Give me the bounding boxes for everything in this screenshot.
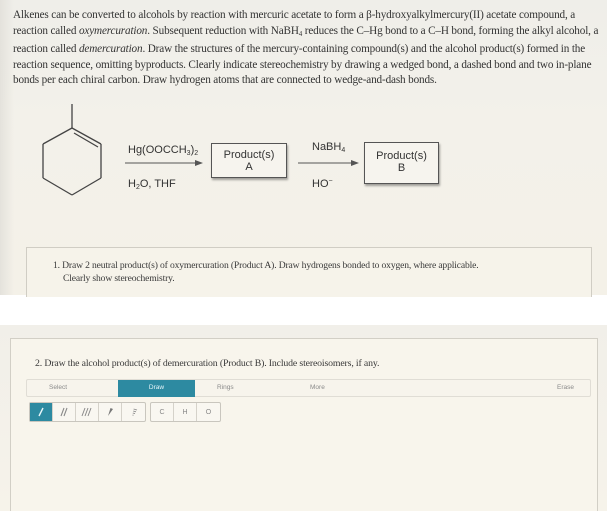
tab-rings[interactable]: Rings [217,380,234,397]
molecule-drawing-tool: Select Draw Rings More Erase C H O [26,379,591,422]
question-1-line-2: Clearly show stereochemistry. [63,272,175,284]
ring-bond [42,127,73,145]
reagent-water-thf: H2O, THF [128,178,176,191]
double-bond-button[interactable] [53,403,76,421]
triple-bond-button[interactable] [76,403,99,421]
term-oxymercuration: oxymercuration [78,24,148,37]
term-demercuration: demercuration [78,43,143,55]
tab-draw[interactable]: Draw [118,380,195,397]
question-2-text: 2. Draw the alcohol product(s) of demerc… [35,358,380,369]
tab-erase[interactable]: Erase [557,380,574,397]
atom-tool-group: C H O [150,402,221,422]
single-bond-icon [38,407,44,417]
atom-h-button[interactable]: H [174,403,197,421]
ring-bond [42,177,73,196]
triple-bond-icon [81,407,92,417]
dash-bond-icon [131,408,137,416]
question-1-panel: 1. Draw 2 neutral product(s) of oxymercu… [26,247,592,297]
bond-tool-group [29,402,146,422]
atom-o-button[interactable]: O [197,403,220,421]
product-b-label: Product(s) [376,150,427,162]
tool-tab-bar: Select Draw Rings More Erase [26,379,591,397]
double-bond-icon [60,407,68,417]
product-b-box: Product(s) B [364,142,439,184]
drawing-canvas[interactable] [15,429,593,511]
scheme-graphics [42,104,359,196]
atom-c-button[interactable]: C [151,403,174,421]
wedge-bond-icon [108,408,113,416]
ring-bond [71,127,102,145]
problem-panel: Alkenes can be converted to alcohols by … [0,0,607,297]
reaction-arrow-2 [298,160,359,166]
answer-panel: 2. Draw the alcohol product(s) of demerc… [0,325,607,511]
tab-select[interactable]: Select [49,380,67,397]
starting-material-structure [42,104,102,196]
single-bond-button[interactable] [30,403,53,421]
question-1-line-1: 1. Draw 2 neutral product(s) of oxymercu… [53,260,479,271]
product-a-label: Product(s) [223,149,275,161]
reaction-arrow-1 [125,160,203,166]
wedge-bond-button[interactable] [99,403,122,421]
product-b-letter: B [397,162,406,174]
reagent-nabh4: NaBH4 [312,141,346,154]
product-a-letter: A [245,161,253,173]
ring-bond [71,177,102,196]
product-a-box: Product(s) A [211,143,287,178]
intro-text: . Subsequent reduction with NaBH [147,24,299,37]
problem-intro: Alkenes can be converted to alcohols by … [13,8,603,89]
reaction-scheme: Hg(OOCCH3)2 H2O, THF Product(s) A NaBH4 … [0,95,607,215]
question-1-text: 1. Draw 2 neutral product(s) of oxymercu… [53,260,593,285]
dash-bond-button[interactable] [122,403,145,421]
question-2-panel: 2. Draw the alcohol product(s) of demerc… [10,338,598,511]
tab-more[interactable]: More [310,380,325,397]
reagent-hydroxide: HO− [312,178,333,190]
reagent-mercuric-acetate: Hg(OOCCH3)2 [128,144,199,157]
